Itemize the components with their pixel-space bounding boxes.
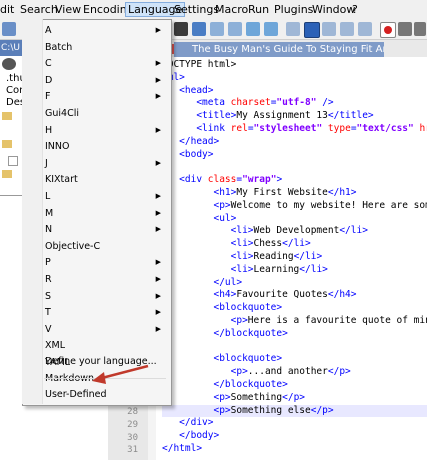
annotation-arrow-icon	[92, 364, 149, 384]
